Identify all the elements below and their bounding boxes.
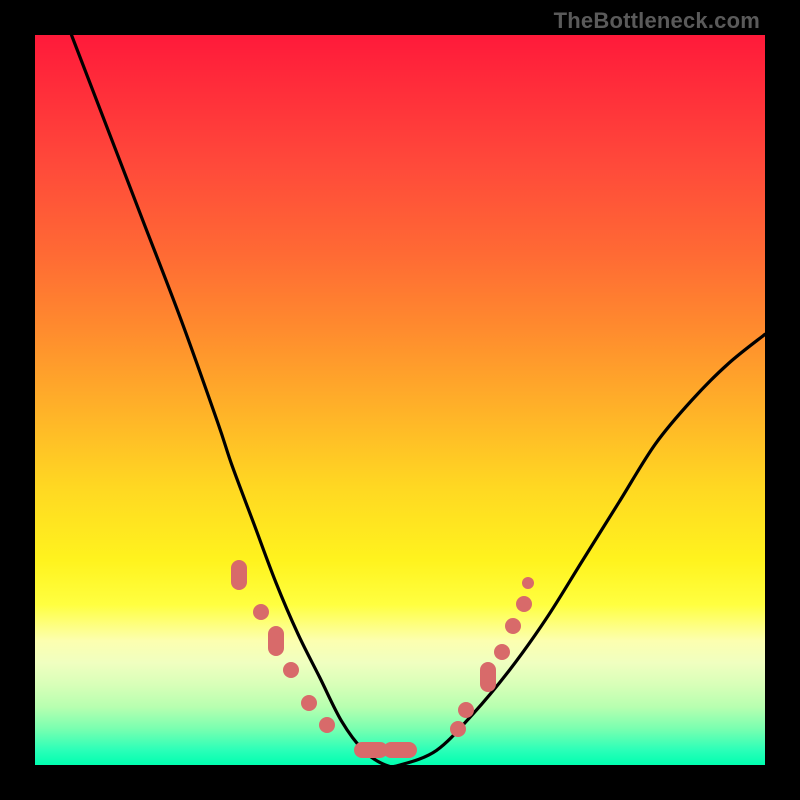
data-marker bbox=[268, 626, 284, 656]
data-marker bbox=[458, 702, 474, 718]
watermark-text: TheBottleneck.com bbox=[554, 8, 760, 34]
data-marker bbox=[383, 742, 417, 758]
data-marker bbox=[450, 721, 466, 737]
data-marker bbox=[231, 560, 247, 590]
bottleneck-curve bbox=[35, 35, 765, 765]
data-marker bbox=[283, 662, 299, 678]
data-marker bbox=[494, 644, 510, 660]
data-marker bbox=[522, 577, 534, 589]
data-marker bbox=[301, 695, 317, 711]
data-marker bbox=[253, 604, 269, 620]
plot-area bbox=[35, 35, 765, 765]
data-marker bbox=[319, 717, 335, 733]
data-marker bbox=[480, 662, 496, 692]
chart-frame: TheBottleneck.com bbox=[0, 0, 800, 800]
